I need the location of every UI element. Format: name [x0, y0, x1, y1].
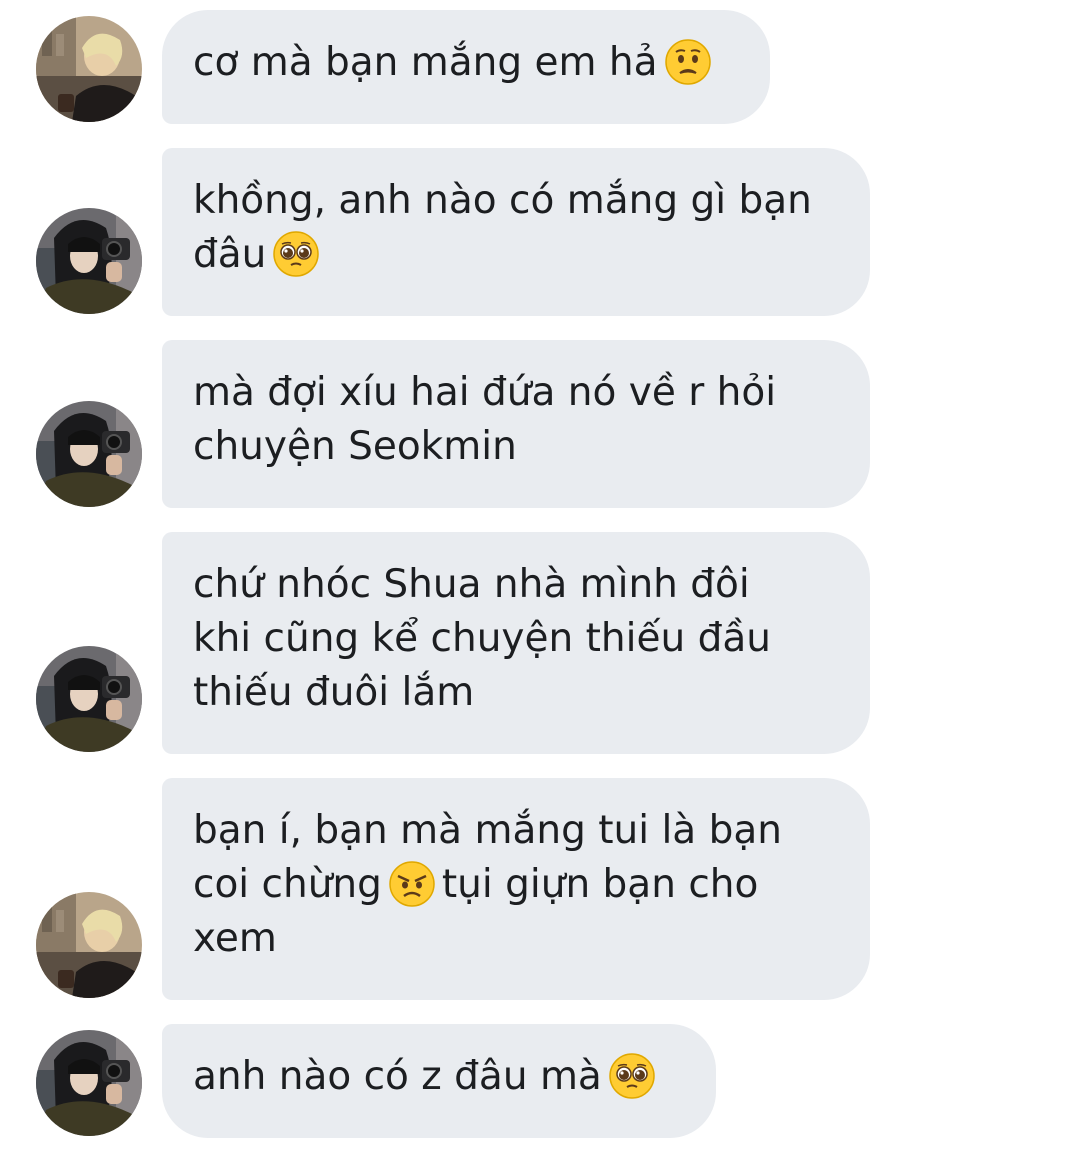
hooded-avatar-icon: [36, 401, 142, 507]
message-bubble[interactable]: bạn í, bạn mà mắng tui là bạn coi chừng t…: [162, 778, 870, 1000]
blonde-avatar-icon: [36, 16, 142, 122]
pleading-face-icon: [272, 230, 320, 278]
chat-thread: cơ mà bạn mắng em hả khồng, anh nào có m…: [0, 0, 1080, 1151]
message-line: bạn í, bạn mà mắng tui là bạn: [193, 808, 782, 853]
hooded-avatar-icon: [36, 1030, 142, 1136]
avatar[interactable]: [36, 1030, 142, 1136]
message-line: khi cũng kể chuyện thiếu đầu: [193, 616, 771, 661]
message-line: đâu: [193, 228, 840, 282]
message-line: mà đợi xíu hai đứa nó về r hỏi: [193, 370, 777, 415]
message-bubble[interactable]: cơ mà bạn mắng em hả: [162, 10, 770, 124]
blonde-avatar-icon: [36, 892, 142, 998]
avatar[interactable]: [36, 208, 142, 314]
message-line: anh nào có z đâu mà: [193, 1050, 686, 1104]
avatar[interactable]: [36, 16, 142, 122]
angry-face-icon: [388, 860, 436, 908]
message-bubble[interactable]: mà đợi xíu hai đứa nó về r hỏi chuyện Se…: [162, 340, 870, 508]
avatar[interactable]: [36, 646, 142, 752]
message-bubble[interactable]: khồng, anh nào có mắng gì bạn đâu: [162, 148, 870, 316]
avatar[interactable]: [36, 401, 142, 507]
avatar[interactable]: [36, 892, 142, 998]
message-bubble[interactable]: chứ nhóc Shua nhà mình đôi khi cũng kể c…: [162, 532, 870, 754]
message-line: thiếu đuôi lắm: [193, 670, 475, 715]
message-line: cơ mà bạn mắng em hả: [193, 36, 740, 90]
message-line: chuyện Seokmin: [193, 424, 517, 469]
message-bubble[interactable]: anh nào có z đâu mà: [162, 1024, 716, 1138]
message-line: khồng, anh nào có mắng gì bạn: [193, 178, 812, 223]
message-line: coi chừng tụi giựn bạn cho: [193, 858, 840, 912]
message-line: xem: [193, 916, 277, 961]
message-line: chứ nhóc Shua nhà mình đôi: [193, 562, 750, 607]
hooded-avatar-icon: [36, 646, 142, 752]
pleading-face-icon: [608, 1052, 656, 1100]
hooded-avatar-icon: [36, 208, 142, 314]
worried-face-icon: [664, 38, 712, 86]
